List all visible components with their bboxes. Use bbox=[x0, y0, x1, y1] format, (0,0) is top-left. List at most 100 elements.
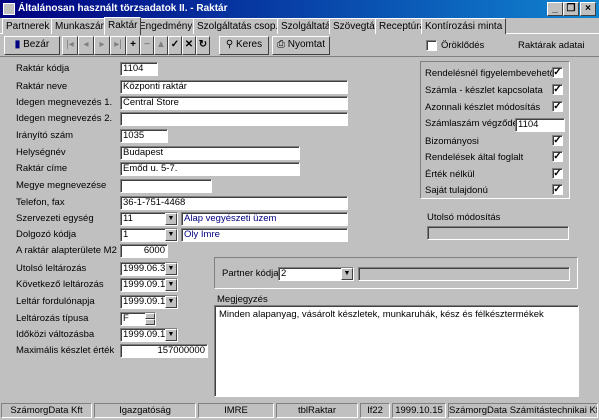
chevron-down-icon[interactable]: ▼ bbox=[165, 329, 177, 341]
city-label: Helységnév bbox=[16, 147, 66, 158]
partner-label: Partner kódja bbox=[222, 268, 279, 279]
option-label-5: Rendelések által foglalt bbox=[425, 152, 524, 163]
status-date: 1999.10.15 bbox=[392, 403, 446, 418]
foreign2-label: Idegen megnevezés 2. bbox=[16, 113, 113, 124]
refresh-button[interactable]: ↻ bbox=[196, 36, 210, 55]
chevron-down-icon[interactable]: ▼ bbox=[165, 263, 177, 275]
triangle-icon: ▲ bbox=[156, 39, 166, 50]
last-record-button[interactable]: ▸| bbox=[110, 36, 126, 55]
delete-record-button[interactable]: − bbox=[140, 36, 154, 55]
area-field[interactable]: 6000 bbox=[120, 244, 168, 258]
restore-button[interactable]: ❐ bbox=[563, 2, 579, 16]
name-label: Raktár neve bbox=[16, 81, 68, 92]
next-record-button[interactable]: ▸ bbox=[94, 36, 110, 55]
tab-szolgaltatas-csop[interactable]: Szolgáltatás csop. bbox=[193, 18, 283, 34]
post-record-button[interactable]: ✓ bbox=[168, 36, 182, 55]
toolbar: ▮ Bezár |◂ ◂ ▸ ▸| + − ▲ ✓ ✕ ↻ ⚲ Keres ⎙ … bbox=[0, 35, 599, 57]
invoice-suffix-field[interactable]: 1104 bbox=[515, 118, 565, 132]
worker-value: 1 bbox=[123, 229, 129, 240]
prev-icon: ◂ bbox=[83, 39, 89, 50]
code-label: Raktár kódja bbox=[16, 63, 70, 74]
note-textarea[interactable]: Minden alapanyag, vásárolt készletek, mu… bbox=[214, 305, 579, 397]
max-stock-label: Maximális készlet érték bbox=[16, 345, 115, 356]
unit-desc: Alap vegyészeti üzem bbox=[181, 212, 348, 226]
option-label-4: Bizományosi bbox=[425, 136, 479, 147]
address-label: Raktár címe bbox=[16, 163, 68, 174]
address-field[interactable]: Emőd u. 5-7. bbox=[120, 162, 300, 176]
next-icon: ▸ bbox=[99, 39, 105, 50]
status-department: Igazgatóság bbox=[94, 403, 196, 418]
check-icon: ✓ bbox=[553, 67, 562, 78]
x-icon: ✕ bbox=[184, 39, 194, 50]
next-inv-select[interactable]: 1999.09.19. ▼ bbox=[120, 278, 178, 292]
option-checkbox-5[interactable]: ✓ bbox=[552, 151, 563, 162]
note-label: Megjegyzés bbox=[217, 294, 268, 305]
close-form-button[interactable]: ▮ Bezár bbox=[4, 36, 60, 55]
chevron-down-icon[interactable]: ▼ bbox=[165, 213, 177, 225]
worker-select[interactable]: 1 ▼ bbox=[120, 228, 178, 242]
chevron-down-icon[interactable]: ▼ bbox=[165, 229, 177, 241]
next-inv-label: Következő leltározás bbox=[16, 279, 104, 290]
check-icon: ✓ bbox=[553, 135, 562, 146]
inv-type-spinner[interactable]: F bbox=[120, 312, 156, 326]
spin-down-icon[interactable] bbox=[145, 319, 155, 325]
prev-record-button[interactable]: ◂ bbox=[78, 36, 94, 55]
partner-select[interactable]: 2 ▼ bbox=[278, 267, 354, 281]
chevron-down-icon[interactable]: ▼ bbox=[165, 296, 177, 308]
unit-value: 11 bbox=[123, 213, 133, 224]
last-modified-label: Utolsó módosítás bbox=[427, 212, 501, 223]
option-checkbox-2[interactable]: ✓ bbox=[552, 101, 563, 112]
tab-bar: Partnerek Munkaszám Raktár Engedmények S… bbox=[0, 17, 599, 35]
max-stock-field[interactable]: 157000000 bbox=[120, 344, 208, 358]
last-inv-select[interactable]: 1999.06.30. ▼ bbox=[120, 262, 178, 276]
period-label: Időközi változásba bbox=[16, 329, 95, 340]
foreign2-field[interactable] bbox=[120, 112, 348, 126]
option-checkbox-1[interactable]: ✓ bbox=[552, 84, 563, 95]
header-right-label: Raktárak adatai bbox=[518, 40, 585, 51]
exit-icon: ▮ bbox=[14, 39, 21, 50]
foreign1-field[interactable]: Central Store bbox=[120, 96, 348, 110]
city-field[interactable]: Budapest bbox=[120, 146, 300, 160]
zip-field[interactable]: 1035 bbox=[120, 129, 168, 143]
option-checkbox-0[interactable]: ✓ bbox=[552, 67, 563, 78]
print-button[interactable]: ⎙ Nyomtat bbox=[272, 36, 330, 55]
status-user: IMRE bbox=[198, 403, 274, 418]
inherit-checkbox[interactable] bbox=[426, 40, 437, 51]
search-label: Keres bbox=[235, 39, 263, 50]
phone-field[interactable]: 36-1-751-4468 bbox=[120, 196, 348, 210]
tab-kontirozasi-minta[interactable]: Kontírozási minta bbox=[421, 18, 507, 34]
option-checkbox-6[interactable]: ✓ bbox=[552, 168, 563, 179]
chevron-down-icon[interactable]: ▼ bbox=[165, 279, 177, 291]
inv-type-label: Leltározás típusa bbox=[16, 313, 89, 324]
check-icon: ✓ bbox=[553, 184, 562, 195]
name-field[interactable]: Központi raktár bbox=[120, 80, 348, 94]
option-checkbox-7[interactable]: ✓ bbox=[552, 184, 563, 195]
minimize-button[interactable]: _ bbox=[547, 2, 563, 16]
last-icon: ▸| bbox=[114, 39, 122, 50]
inherit-label: Öröklődés bbox=[441, 40, 485, 51]
close-button[interactable]: × bbox=[580, 2, 596, 16]
check-icon: ✓ bbox=[553, 84, 562, 95]
inv-turn-label: Leltár fordulónapja bbox=[16, 296, 95, 307]
unit-select[interactable]: 11 ▼ bbox=[120, 212, 178, 226]
binoculars-icon: ⚲ bbox=[225, 39, 234, 50]
cancel-record-button[interactable]: ✕ bbox=[182, 36, 196, 55]
chevron-down-icon[interactable]: ▼ bbox=[341, 268, 353, 280]
search-button[interactable]: ⚲ Keres bbox=[219, 36, 269, 55]
edit-record-button[interactable]: ▲ bbox=[154, 36, 168, 55]
tab-partnerek[interactable]: Partnerek bbox=[2, 18, 54, 34]
foreign1-label: Idegen megnevezés 1. bbox=[16, 97, 113, 108]
option-label-1: Számla - készlet kapcsolata bbox=[425, 85, 543, 96]
first-record-button[interactable]: |◂ bbox=[62, 36, 78, 55]
close-form-label: Bezár bbox=[23, 39, 50, 50]
option-checkbox-4[interactable]: ✓ bbox=[552, 135, 563, 146]
option-label-6: Érték nélkül bbox=[425, 169, 475, 180]
county-field[interactable] bbox=[120, 179, 212, 193]
add-record-button[interactable]: + bbox=[126, 36, 140, 55]
inv-turn-select[interactable]: 1999.09.19. ▼ bbox=[120, 295, 178, 309]
period-select[interactable]: 1999.09.19. ▼ bbox=[120, 328, 178, 342]
option-label-3: Számlaszám végződés bbox=[425, 118, 523, 129]
tab-raktar[interactable]: Raktár bbox=[104, 17, 142, 35]
refresh-icon: ↻ bbox=[198, 39, 208, 50]
code-field[interactable]: 1104 bbox=[120, 62, 158, 76]
